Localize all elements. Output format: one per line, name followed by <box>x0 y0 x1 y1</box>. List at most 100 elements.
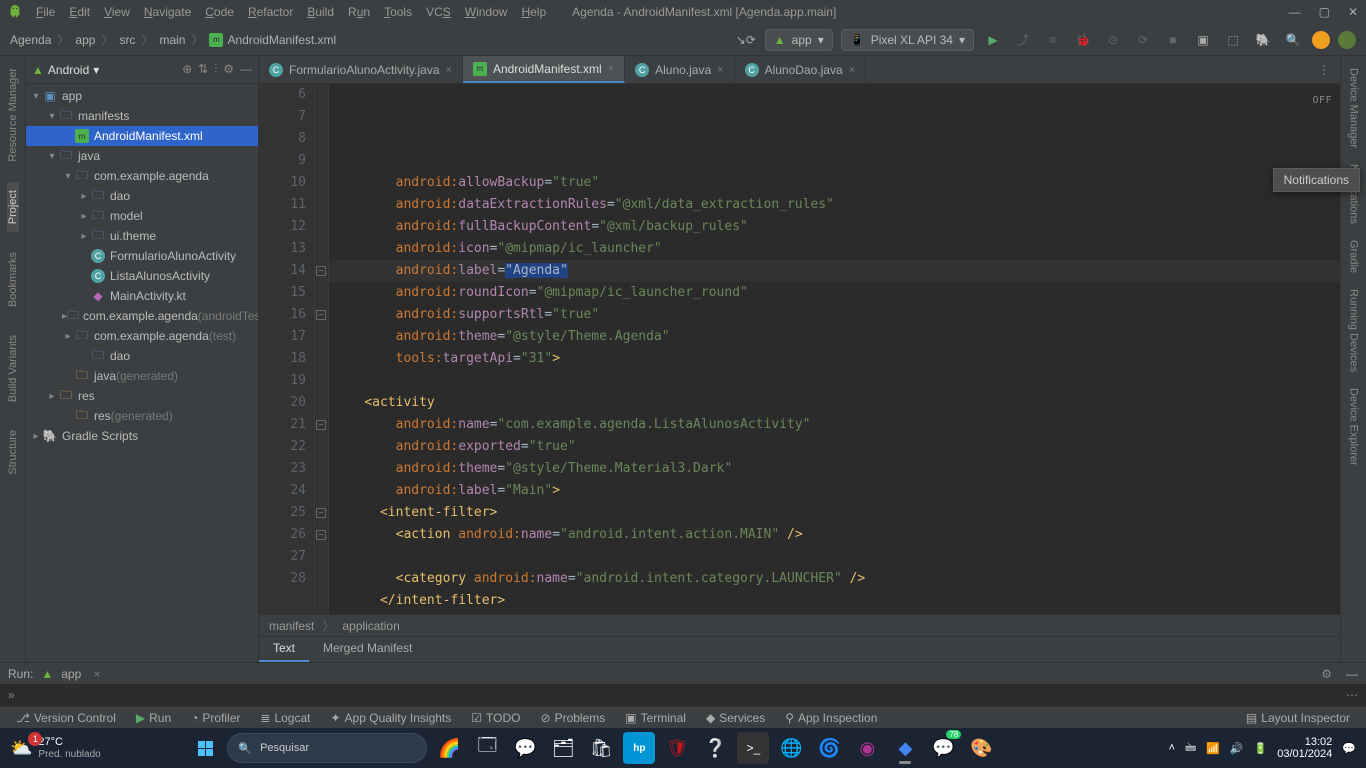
avd-icon[interactable]: ▣ <box>1192 29 1214 51</box>
account-icon[interactable] <box>1338 31 1356 49</box>
expand-icon[interactable]: » <box>8 688 15 702</box>
filter-icon[interactable]: ⫶ <box>214 62 217 77</box>
tool-version-control[interactable]: ⎇Version Control <box>8 711 124 725</box>
tool-profiler[interactable]: ◔Profiler <box>183 711 248 725</box>
debug-icon[interactable]: 🐞 <box>1072 29 1094 51</box>
subtab-merged[interactable]: Merged Manifest <box>309 637 426 662</box>
task-paint[interactable]: 🎨 <box>965 732 997 764</box>
sort-icon[interactable]: ⇅ <box>198 62 208 77</box>
tab-manifest[interactable]: mAndroidManifest.xml× <box>463 56 625 83</box>
subtab-text[interactable]: Text <box>259 637 309 662</box>
device-select[interactable]: 📱 Pixel XL API 34 ▾ <box>841 29 974 51</box>
tree-app[interactable]: ▾▣app <box>26 86 258 106</box>
taskbar-search[interactable]: 🔍Pesquisar <box>227 733 427 763</box>
tree-pkg-test[interactable]: ▸🗀com.example.agenda (test) <box>26 326 258 346</box>
tree-model[interactable]: ▸🗀model <box>26 206 258 226</box>
code-area[interactable]: OFF android:allowBackup="true" android:d… <box>329 84 1340 614</box>
toolwindow-bookmarks[interactable]: Bookmarks <box>7 244 19 315</box>
tree-lista[interactable]: CListaAlunosActivity <box>26 266 258 286</box>
close-icon[interactable]: × <box>608 63 614 75</box>
toolwindow-running-devices[interactable]: Running Devices <box>1348 281 1360 380</box>
start-button[interactable] <box>189 732 221 764</box>
tree-dao2[interactable]: 🗀dao <box>26 346 258 366</box>
hide-button[interactable]: — <box>1346 667 1358 681</box>
close-icon[interactable]: × <box>446 64 452 76</box>
run-config-select[interactable]: ▲ app ▾ <box>765 29 833 51</box>
tree-dao[interactable]: ▸🗀dao <box>26 186 258 206</box>
menu-edit[interactable]: Edit <box>63 3 96 21</box>
task-store[interactable]: 🛍 <box>585 732 617 764</box>
menu-vcs[interactable]: VCS <box>420 3 457 21</box>
task-teams[interactable]: 💬 <box>509 732 541 764</box>
menu-window[interactable]: Window <box>459 3 514 21</box>
tray-chevron[interactable]: ˄ <box>1169 742 1175 754</box>
tree-res[interactable]: ▸🗀res <box>26 386 258 406</box>
close-icon[interactable]: × <box>717 64 723 76</box>
crumb-application[interactable]: application <box>342 619 399 633</box>
task-terminal[interactable]: >_ <box>737 732 769 764</box>
task-hp[interactable]: hp <box>623 732 655 764</box>
tray-wifi[interactable]: 📶 <box>1206 742 1220 755</box>
task-whatsapp[interactable]: 💬78 <box>927 732 959 764</box>
tray-battery[interactable]: 🔋 <box>1254 742 1268 755</box>
avatar[interactable] <box>1312 31 1330 49</box>
profile-icon[interactable]: ⊙ <box>1102 29 1124 51</box>
menu-refactor[interactable]: Refactor <box>242 3 299 21</box>
close-icon[interactable]: × <box>849 64 855 76</box>
more-icon[interactable]: ⋯ <box>1346 688 1358 702</box>
menu-view[interactable]: View <box>98 3 136 21</box>
tray-notifications[interactable]: 💬 <box>1342 742 1356 755</box>
task-chrome[interactable]: 🌐 <box>775 732 807 764</box>
coverage-icon[interactable]: ≡ <box>1042 29 1064 51</box>
menu-help[interactable]: Help <box>515 3 552 21</box>
close-button[interactable]: ✕ <box>1348 5 1358 19</box>
toolwindow-structure[interactable]: Structure <box>7 422 19 483</box>
tray-clock[interactable]: 13:02 03/01/2024 <box>1277 736 1332 760</box>
tool-layout-inspector[interactable]: ▤Layout Inspector <box>1238 711 1358 725</box>
tree-uitheme[interactable]: ▸🗀ui.theme <box>26 226 258 246</box>
tool-app-inspection[interactable]: ⚲App Inspection <box>777 711 885 725</box>
menu-build[interactable]: Build <box>301 3 340 21</box>
tool-terminal[interactable]: ▣Terminal <box>617 711 694 725</box>
tree-formulario[interactable]: CFormularioAlunoActivity <box>26 246 258 266</box>
task-edge[interactable]: 🌀 <box>813 732 845 764</box>
highlighting-badge[interactable]: OFF <box>1312 90 1332 112</box>
tab-formulario[interactable]: CFormularioAlunoActivity.java× <box>259 56 463 83</box>
debug-attach-icon[interactable]: ⤴ <box>1012 29 1034 51</box>
task-help[interactable]: ❔ <box>699 732 731 764</box>
project-view-select[interactable]: ▲ Android ▾ <box>32 63 99 77</box>
crumb-main[interactable]: main <box>159 33 185 47</box>
weather-widget[interactable]: ⛅ 27°C Pred. nublado <box>10 736 101 759</box>
menu-code[interactable]: Code <box>199 3 240 21</box>
target-icon[interactable]: ⊕ <box>182 62 192 77</box>
gear-icon[interactable]: ⚙ <box>1321 667 1332 681</box>
tool-logcat[interactable]: ≣Logcat <box>252 711 318 725</box>
crumb-src[interactable]: src <box>119 33 135 47</box>
toolwindow-resource-manager[interactable]: Resource Manager <box>7 60 19 170</box>
toolwindow-build-variants[interactable]: Build Variants <box>7 327 19 410</box>
tabs-menu[interactable]: ⋮ <box>1308 56 1340 83</box>
search-icon[interactable]: 🔍 <box>1282 29 1304 51</box>
tree-pkg[interactable]: ▾🗀com.example.agenda <box>26 166 258 186</box>
tool-todo[interactable]: ☑TODO <box>463 711 528 725</box>
tree-gradle[interactable]: ▸🐘Gradle Scripts <box>26 426 258 446</box>
menu-file[interactable]: File <box>30 3 61 21</box>
sync-icon[interactable]: ↘⟳ <box>735 29 757 51</box>
tab-aluno[interactable]: CAluno.java× <box>625 56 734 83</box>
editor-body[interactable]: 6789101112131415161718192021222324252627… <box>259 84 1340 614</box>
menu-run[interactable]: Run <box>342 3 376 21</box>
stop-button[interactable]: ■ <box>1162 29 1184 51</box>
tool-services[interactable]: ◆Services <box>698 711 773 725</box>
tree-java[interactable]: ▾🗀java <box>26 146 258 166</box>
tree-mainact[interactable]: ◆MainActivity.kt <box>26 286 258 306</box>
tree-java-gen[interactable]: 🗀java (generated) <box>26 366 258 386</box>
fold-gutter[interactable]: −−−−− <box>315 84 329 614</box>
tab-alunodao[interactable]: CAlunoDao.java× <box>735 56 867 83</box>
crumb-file[interactable]: mAndroidManifest.xml <box>209 33 336 47</box>
tree-manifests[interactable]: ▾🗀manifests <box>26 106 258 126</box>
toolwindow-project[interactable]: Project <box>7 182 19 232</box>
project-tree[interactable]: ▾▣app ▾🗀manifests mAndroidManifest.xml ▾… <box>26 84 258 662</box>
tool-aqi[interactable]: ✦App Quality Insights <box>322 711 459 725</box>
tree-pkg-android[interactable]: ▸🗀com.example.agenda (androidTest) <box>26 306 258 326</box>
menu-navigate[interactable]: Navigate <box>138 3 197 21</box>
